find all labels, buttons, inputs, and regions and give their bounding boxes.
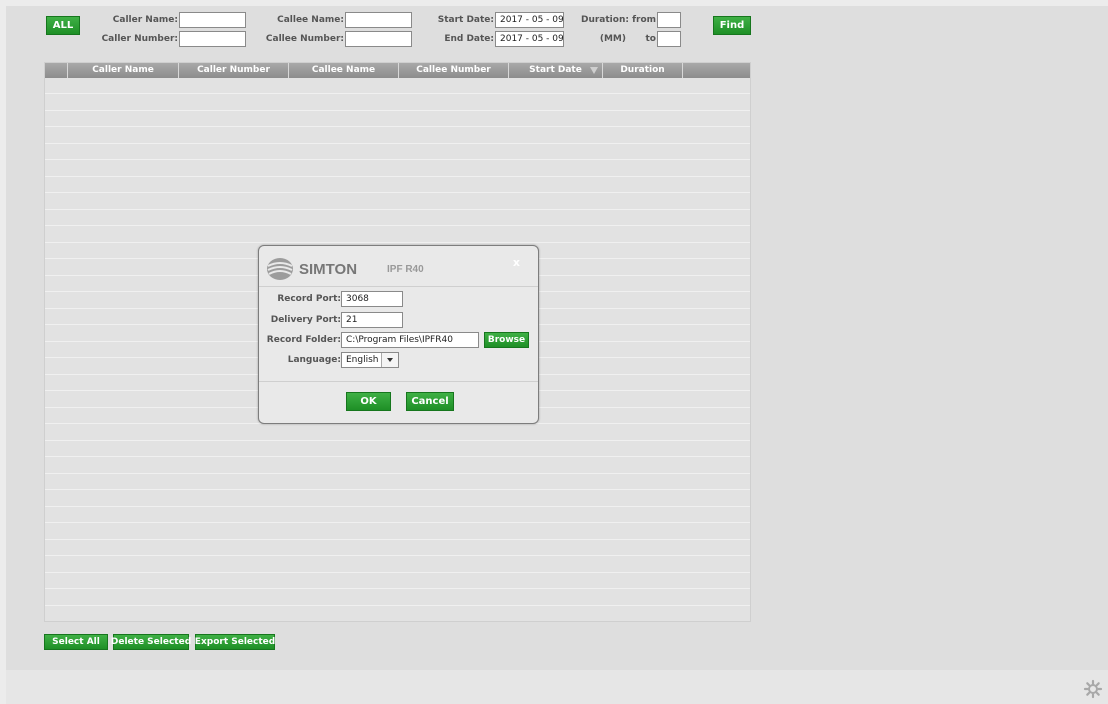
table-row[interactable] [45,128,750,144]
col-start-date-label: Start Date [529,65,582,75]
table-row[interactable] [45,227,750,243]
footer-bar [6,670,1108,704]
table-row[interactable] [45,425,750,441]
record-folder-label: Record Folder: [266,335,341,345]
dialog-divider [259,286,538,287]
all-button[interactable]: ALL [46,16,80,35]
col-extra [683,63,750,78]
browse-button[interactable]: Browse [484,332,529,348]
duration-to-input[interactable] [657,31,681,47]
table-row[interactable] [45,194,750,210]
table-row[interactable] [45,507,750,523]
record-port-input[interactable]: 3068 [341,291,403,307]
table-row[interactable] [45,177,750,193]
table-row[interactable] [45,573,750,589]
col-callee-name[interactable]: Callee Name [289,63,399,78]
caller-name-label: Caller Name: [112,15,178,25]
select-all-button[interactable]: Select All [44,634,108,650]
col-start-date[interactable]: Start Date [509,63,603,78]
callee-number-input[interactable] [345,31,412,47]
table-row[interactable] [45,557,750,573]
end-date-input[interactable]: 2017 - 05 - 09 [495,31,564,47]
table-row[interactable] [45,78,750,94]
start-date-label: Start Date: [437,15,494,25]
duration-from-label: Duration: from [580,15,656,25]
callee-number-label: Callee Number: [265,34,344,44]
language-label: Language: [287,355,341,365]
start-date-input[interactable]: 2017 - 05 - 09 [495,12,564,28]
table-row[interactable] [45,491,750,507]
record-folder-input[interactable]: C:\Program Files\IPFR40 [341,332,479,348]
language-select[interactable]: English [341,352,399,368]
end-date-label: End Date: [444,34,494,44]
duration-to-label: to [645,34,657,44]
table-row[interactable] [45,111,750,127]
col-caller-name[interactable]: Caller Name [68,63,179,78]
caller-number-input[interactable] [179,31,246,47]
settings-dialog: SIMTON IPF R40 x Record Port: 3068 Deliv… [258,245,539,424]
callee-name-label: Callee Name: [277,15,344,25]
table-row[interactable] [45,144,750,160]
delivery-port-label: Delivery Port: [270,315,341,325]
caller-number-label: Caller Number: [101,34,178,44]
chevron-down-icon[interactable] [381,353,398,367]
table-row[interactable] [45,210,750,226]
close-icon[interactable]: x [513,256,520,269]
duration-unit-label: (MM) [599,34,626,44]
col-caller-number[interactable]: Caller Number [179,63,289,78]
cancel-button[interactable]: Cancel [406,392,454,411]
export-selected-button[interactable]: Export Selected [195,634,275,650]
caller-name-input[interactable] [179,12,246,28]
table-row[interactable] [45,458,750,474]
duration-from-input[interactable] [657,12,681,28]
dialog-footer-divider [259,381,538,382]
delete-selected-button[interactable]: Delete Selected [111,634,191,650]
sort-desc-icon[interactable] [590,67,598,74]
delivery-port-input[interactable]: 21 [341,312,403,328]
simton-logo [267,258,293,280]
table-row[interactable] [45,524,750,540]
table-row[interactable] [45,474,750,490]
col-callee-number[interactable]: Callee Number [399,63,509,78]
record-port-label: Record Port: [277,294,341,304]
table-row[interactable] [45,590,750,606]
gear-icon[interactable] [1083,679,1103,699]
find-button[interactable]: Find [713,16,751,35]
table-row[interactable] [45,606,750,621]
dialog-model: IPF R40 [387,264,424,275]
col-duration[interactable]: Duration [603,63,683,78]
select-column-header[interactable] [45,63,68,78]
table-header: Caller Name Caller Number Callee Name Ca… [45,63,750,78]
dialog-brand: SIMTON [299,261,358,278]
table-row[interactable] [45,95,750,111]
table-row[interactable] [45,540,750,556]
table-row[interactable] [45,441,750,457]
ok-button[interactable]: OK [346,392,391,411]
language-select-value: English [346,355,379,365]
table-row[interactable] [45,161,750,177]
dialog-title-bar: SIMTON IPF R40 x [259,246,538,286]
callee-name-input[interactable] [345,12,412,28]
